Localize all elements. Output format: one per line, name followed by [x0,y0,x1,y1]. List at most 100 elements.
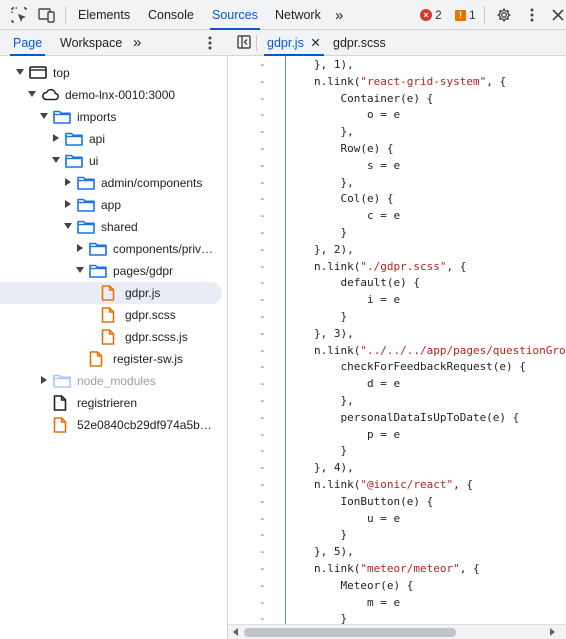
folder-icon [53,109,71,125]
tree-item[interactable]: admin/components [0,172,222,194]
code-line: -}, 1), [228,56,566,73]
folder-icon [89,241,107,257]
scroll-left-icon[interactable] [233,628,238,636]
collapse-arrow-icon[interactable] [40,113,48,119]
gutter-divider [285,56,286,624]
tab-sources[interactable]: Sources [210,0,260,30]
code-line: - i = e [228,291,566,308]
code-token: IonButton(e) { [314,494,434,508]
tree-item[interactable]: registrieren [0,392,222,414]
editor-tabs-divider [256,35,257,51]
line-marker: - [259,259,266,273]
scrollbar-thumb[interactable] [244,628,456,637]
code-line: - n.link("../../../app/pages/questionGro [228,342,566,359]
editor-tab-gdpr-scss[interactable]: gdpr.scss [333,30,386,56]
code-line: - checkForFeedbackRequest(e) { [228,358,566,375]
warning-count-badge[interactable]: ! 1 [455,8,476,22]
code-line: - }, [228,174,566,191]
collapse-arrow-icon[interactable] [76,267,84,273]
more-options-icon[interactable] [523,6,541,24]
tree-item-label: gdpr.scss [125,308,176,322]
tree-item-label: api [89,132,106,146]
expand-arrow-icon[interactable] [65,200,71,208]
more-tabs-button[interactable]: » [335,0,343,30]
code-token: , { [486,74,507,88]
code-line: - Col(e) { [228,190,566,207]
code-token: o = e [314,108,401,122]
tree-item[interactable]: gdpr.scss.js [0,326,222,348]
code-text: }, 2), [314,241,354,258]
tree-item[interactable]: 52e0840cb29df974a5b7… [0,414,222,436]
tab-page[interactable]: Page [9,30,46,56]
tree-item-label: imports [77,110,117,124]
code-token: }, [314,175,354,189]
expand-arrow-icon[interactable] [53,134,59,142]
code-text: p = e [314,426,400,443]
folder-icon [77,219,95,235]
editor-tab-gdpr-js[interactable]: gdpr.js ✕ [264,30,324,56]
error-count-badge[interactable]: × 2 [420,8,442,22]
expand-arrow-icon[interactable] [77,244,83,252]
device-toolbar-icon[interactable] [38,6,56,24]
code-line: - default(e) { [228,274,566,291]
tree-item-label: 52e0840cb29df974a5b7… [77,418,218,432]
error-count: 2 [435,8,442,22]
code-line: - }, 2), [228,241,566,258]
code-text: }, [314,392,353,409]
code-line: - c = e [228,207,566,224]
tree-item[interactable]: app [0,194,222,216]
tree-item[interactable]: register-sw.js [0,348,222,370]
tree-item[interactable]: demo-lnx-0010:3000 [0,84,222,106]
tree-item[interactable]: components/priv… [0,238,222,260]
tree-item[interactable]: imports [0,106,222,128]
tree-item[interactable]: gdpr.scss [0,304,222,326]
collapse-arrow-icon[interactable] [52,157,60,163]
code-token: d = e [314,377,401,391]
tree-item[interactable]: node_modules [0,370,222,392]
code-token: }, 5), [314,545,354,559]
tree-item-label: node_modules [77,374,156,388]
toggle-navigator-icon[interactable] [237,35,251,52]
tree-item[interactable]: shared [0,216,222,238]
tab-network[interactable]: Network [275,0,321,30]
navigator-menu-icon[interactable] [208,36,212,53]
tab-close-icon[interactable]: ✕ [310,36,320,50]
code-line: - } [228,442,566,459]
settings-icon[interactable] [495,6,513,24]
more-navigator-tabs-button[interactable]: » [133,30,141,56]
tree-item-label: gdpr.scss.js [125,330,188,344]
folder-icon [77,197,95,213]
code-token: i = e [314,293,401,307]
tree-item[interactable]: gdpr.js [0,282,222,304]
inspect-element-icon[interactable] [10,6,28,24]
code-token: } [314,528,348,542]
line-marker: - [259,242,266,256]
line-marker: - [259,562,266,575]
tab-workspace[interactable]: Workspace [60,30,122,56]
expand-arrow-icon[interactable] [65,178,71,186]
expand-arrow-icon[interactable] [41,376,47,384]
horizontal-scrollbar[interactable] [228,624,566,639]
tree-item[interactable]: top [0,62,222,84]
code-text: }, [314,174,354,191]
close-icon[interactable] [549,6,566,24]
code-line: - } [228,308,566,325]
code-text: } [314,526,347,543]
tree-item[interactable]: ui [0,150,222,172]
code-line: - n.link("./gdpr.scss", { [228,258,566,275]
code-token: n.link( [314,562,361,575]
tree-item[interactable]: api [0,128,222,150]
code-token: checkForFeedbackRequest(e) { [314,360,526,374]
code-line: - Meteor(e) { [228,577,566,594]
collapse-arrow-icon[interactable] [16,69,24,75]
collapse-arrow-icon[interactable] [64,223,72,229]
collapse-arrow-icon[interactable] [28,91,36,97]
code-editor: gdpr.js ✕ gdpr.scss -}, 1), - n.link("reac… [228,30,566,639]
scroll-right-icon[interactable] [550,628,555,636]
tree-item[interactable]: pages/gdpr [0,260,222,282]
code-text: } [314,224,347,241]
tab-console[interactable]: Console [148,0,194,30]
code-line: - s = e [228,157,566,174]
code-area[interactable]: -}, 1), - n.link("react-grid-system", {- C… [228,56,566,624]
tab-elements[interactable]: Elements [78,0,130,30]
